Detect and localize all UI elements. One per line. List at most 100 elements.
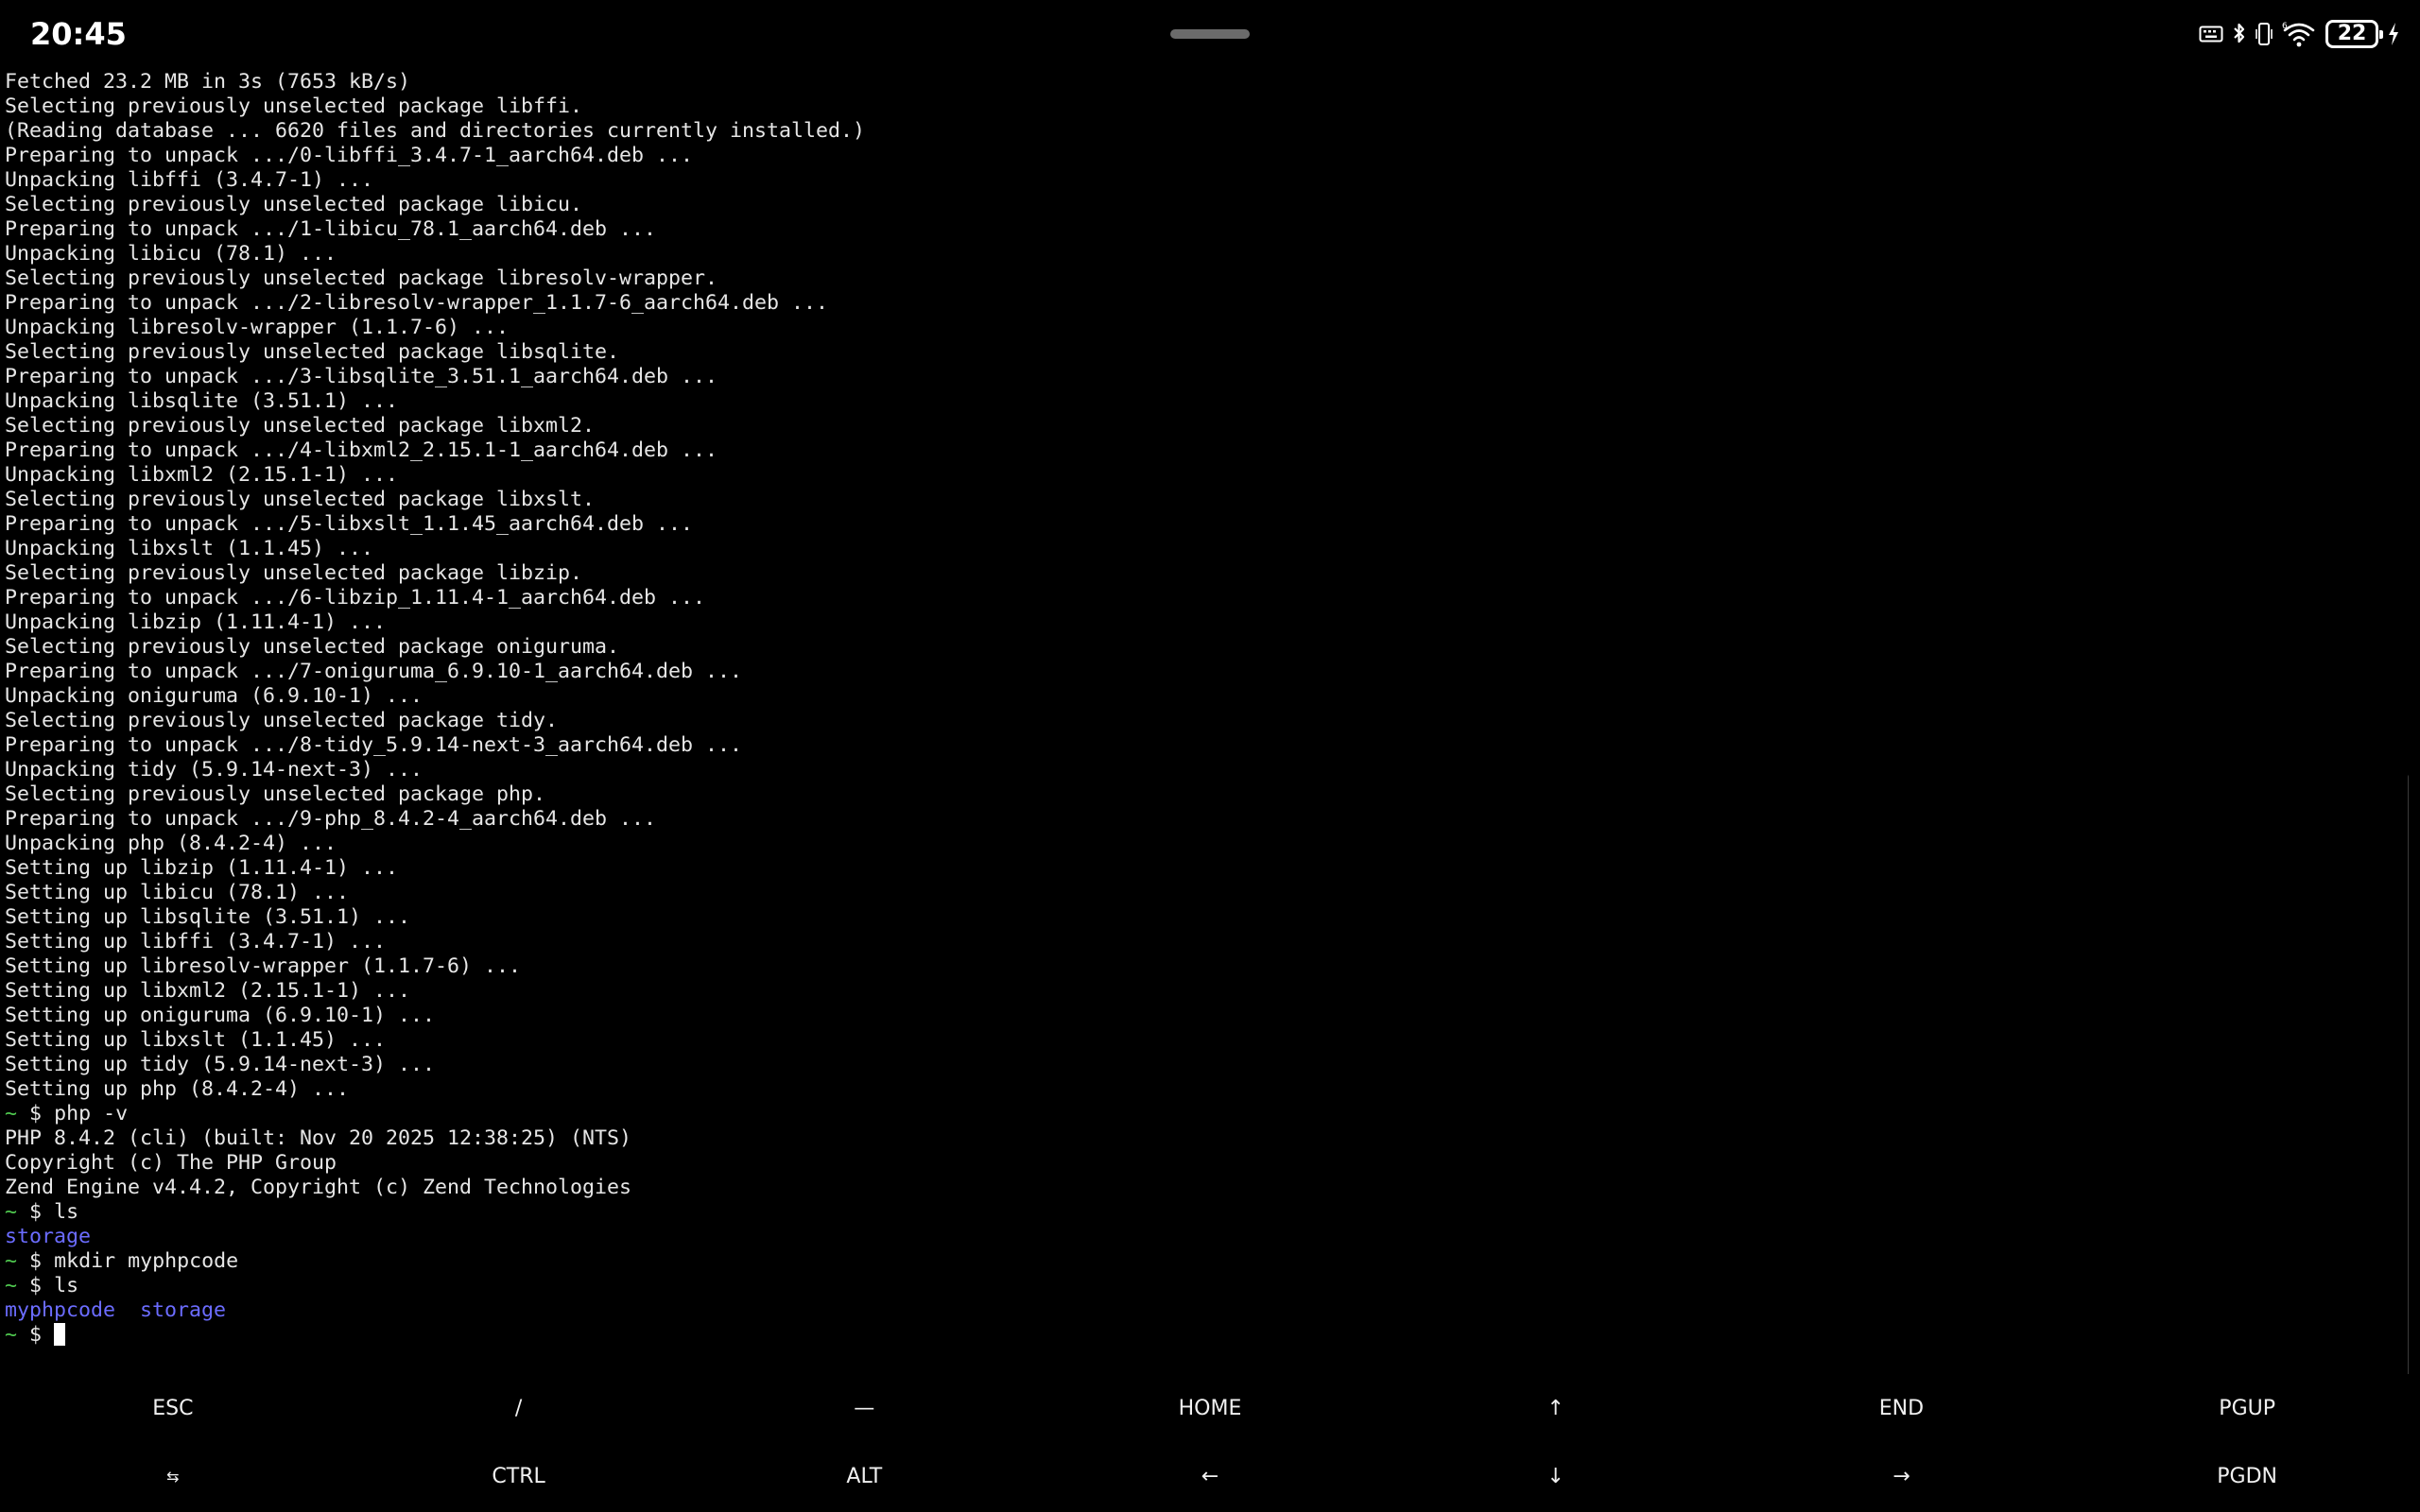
- tab-key[interactable]: ⇆: [0, 1442, 346, 1510]
- prompt-dollar: $: [29, 1323, 43, 1347]
- output-line: Setting up libresolv-wrapper (1.1.7-6) .…: [5, 954, 865, 979]
- prompt-tilde: ~: [5, 1200, 18, 1224]
- terminal-cursor[interactable]: [54, 1323, 66, 1346]
- output-line: Unpacking libicu (78.1) ...: [5, 242, 865, 266]
- output-line: Unpacking libxslt (1.1.45) ...: [5, 537, 865, 561]
- left-arrow-key[interactable]: ←: [1037, 1442, 1383, 1510]
- output-text: Unpacking libxml2 (2.15.1-1) ...: [5, 463, 399, 487]
- up-arrow-key[interactable]: ↑: [1383, 1374, 1729, 1442]
- output-line: Preparing to unpack .../2-libresolv-wrap…: [5, 291, 865, 316]
- output-text: Unpacking tidy (5.9.14-next-3) ...: [5, 758, 424, 782]
- output-line: Selecting previously unselected package …: [5, 414, 865, 438]
- output-line: Setting up libsqlite (3.51.1) ...: [5, 905, 865, 930]
- right-arrow-key[interactable]: →: [1729, 1442, 2075, 1510]
- output-line: Preparing to unpack .../9-php_8.4.2-4_aa…: [5, 807, 865, 832]
- output-text: Unpacking libsqlite (3.51.1) ...: [5, 389, 399, 413]
- command-text: ls: [54, 1200, 79, 1224]
- down-arrow-key[interactable]: ↓: [1383, 1442, 1729, 1510]
- output-line: Selecting previously unselected package …: [5, 488, 865, 512]
- output-text: Copyright (c) The PHP Group: [5, 1151, 337, 1175]
- status-clock: 20:45: [30, 16, 127, 52]
- pgdn-key[interactable]: PGDN: [2074, 1442, 2420, 1510]
- home-key[interactable]: HOME: [1037, 1374, 1383, 1442]
- output-text: Setting up libresolv-wrapper (1.1.7-6) .…: [5, 954, 522, 978]
- terminal-view[interactable]: Fetched 23.2 MB in 3s (7653 kB/s) Selecti…: [0, 70, 2409, 1374]
- end-key[interactable]: END: [1729, 1374, 2075, 1442]
- command-text: php -v: [54, 1102, 129, 1125]
- output-line: Selecting previously unselected package …: [5, 635, 865, 660]
- slash-key[interactable]: /: [346, 1374, 692, 1442]
- output-line: Preparing to unpack .../7-oniguruma_6.9.…: [5, 660, 865, 684]
- output-text: Preparing to unpack .../7-oniguruma_6.9.…: [5, 660, 743, 683]
- output-line: Preparing to unpack .../4-libxml2_2.15.1…: [5, 438, 865, 463]
- battery-level: 22: [2337, 22, 2367, 45]
- output-line: Zend Engine v4.4.2, Copyright (c) Zend T…: [5, 1176, 865, 1200]
- output-text: (Reading database ... 6620 files and dir…: [5, 119, 866, 143]
- output-text: Selecting previously unselected package …: [5, 635, 620, 659]
- output-text: Setting up libffi (3.4.7-1) ...: [5, 930, 387, 954]
- output-line: Setting up php (8.4.2-4) ...: [5, 1077, 865, 1102]
- terminal-scrollbar[interactable]: [2408, 775, 2409, 1374]
- output-text: Selecting previously unselected package …: [5, 709, 559, 732]
- output-line: Unpacking php (8.4.2-4) ...: [5, 832, 865, 856]
- output-line: Preparing to unpack .../5-libxslt_1.1.45…: [5, 512, 865, 537]
- output-line: Setting up libxml2 (2.15.1-1) ...: [5, 979, 865, 1004]
- output-text: Unpacking oniguruma (6.9.10-1) ...: [5, 684, 424, 708]
- alt-key[interactable]: ALT: [691, 1442, 1037, 1510]
- prompt-tilde: ~: [5, 1249, 18, 1273]
- output-line: Setting up libicu (78.1) ...: [5, 881, 865, 905]
- prompt-line: ~ $: [5, 1323, 865, 1348]
- status-bar: 20:45 6 22: [0, 0, 2420, 68]
- output-text: Unpacking libzip (1.11.4-1) ...: [5, 610, 387, 634]
- prompt-dollar: $: [29, 1102, 43, 1125]
- output-line: Selecting previously unselected package …: [5, 193, 865, 217]
- output-text: Setting up libxml2 (2.15.1-1) ...: [5, 979, 411, 1003]
- battery-icon: 22: [2325, 20, 2383, 48]
- window-drag-handle[interactable]: [1170, 29, 1250, 39]
- output-text: Selecting previously unselected package …: [5, 782, 546, 806]
- wifi-6-icon: 6: [2282, 21, 2316, 47]
- output-text: Setting up libzip (1.11.4-1) ...: [5, 856, 399, 880]
- directory-name: storage: [140, 1298, 227, 1322]
- output-text: Setting up php (8.4.2-4) ...: [5, 1077, 350, 1101]
- output-line: Unpacking libsqlite (3.51.1) ...: [5, 389, 865, 414]
- output-text: Preparing to unpack .../2-libresolv-wrap…: [5, 291, 829, 315]
- pgup-key[interactable]: PGUP: [2074, 1374, 2420, 1442]
- output-text: Selecting previously unselected package …: [5, 266, 718, 290]
- output-line: PHP 8.4.2 (cli) (built: Nov 20 2025 12:3…: [5, 1126, 865, 1151]
- directory-listing: myphpcode storage: [5, 1298, 865, 1323]
- output-line: Unpacking oniguruma (6.9.10-1) ...: [5, 684, 865, 709]
- command-line: ~ $ php -v: [5, 1102, 865, 1126]
- output-line: Preparing to unpack .../3-libsqlite_3.51…: [5, 365, 865, 389]
- terminal-output: Fetched 23.2 MB in 3s (7653 kB/s) Selecti…: [5, 70, 865, 1348]
- prompt-dollar: $: [29, 1274, 43, 1297]
- output-line: Selecting previously unselected package …: [5, 561, 865, 586]
- output-line: Unpacking libzip (1.11.4-1) ...: [5, 610, 865, 635]
- output-text: PHP 8.4.2 (cli) (built: Nov 20 2025 12:3…: [5, 1126, 632, 1150]
- command-line: ~ $ ls: [5, 1200, 865, 1225]
- output-line: Selecting previously unselected package …: [5, 266, 865, 291]
- output-line: Unpacking libresolv-wrapper (1.1.7-6) ..…: [5, 316, 865, 340]
- output-text: Selecting previously unselected package …: [5, 414, 596, 438]
- output-text: Preparing to unpack .../5-libxslt_1.1.45…: [5, 512, 694, 536]
- output-text: Setting up libicu (78.1) ...: [5, 881, 350, 904]
- charging-bolt-icon: [2388, 22, 2399, 46]
- output-text: Preparing to unpack .../3-libsqlite_3.51…: [5, 365, 718, 388]
- output-line: Setting up libxslt (1.1.45) ...: [5, 1028, 865, 1053]
- output-line: Unpacking libxml2 (2.15.1-1) ...: [5, 463, 865, 488]
- dash-key[interactable]: —: [691, 1374, 1037, 1442]
- output-text: Selecting previously unselected package …: [5, 340, 620, 364]
- prompt-tilde: ~: [5, 1323, 18, 1347]
- output-line: Copyright (c) The PHP Group: [5, 1151, 865, 1176]
- ctrl-key[interactable]: CTRL: [346, 1442, 692, 1510]
- output-text: Preparing to unpack .../4-libxml2_2.15.1…: [5, 438, 718, 462]
- directory-name: myphpcode: [5, 1298, 116, 1322]
- output-line: Setting up libzip (1.11.4-1) ...: [5, 856, 865, 881]
- extra-keys-bar: ESC / — HOME ↑ END PGUP ⇆ CTRL ALT ← ↓ → PGDN: [0, 1374, 2420, 1512]
- esc-key[interactable]: ESC: [0, 1374, 346, 1442]
- directory-name: storage: [5, 1225, 92, 1248]
- command-line: ~ $ ls: [5, 1274, 865, 1298]
- prompt-tilde: ~: [5, 1274, 18, 1297]
- output-line: Preparing to unpack .../6-libzip_1.11.4-…: [5, 586, 865, 610]
- output-line: Unpacking libffi (3.4.7-1) ...: [5, 168, 865, 193]
